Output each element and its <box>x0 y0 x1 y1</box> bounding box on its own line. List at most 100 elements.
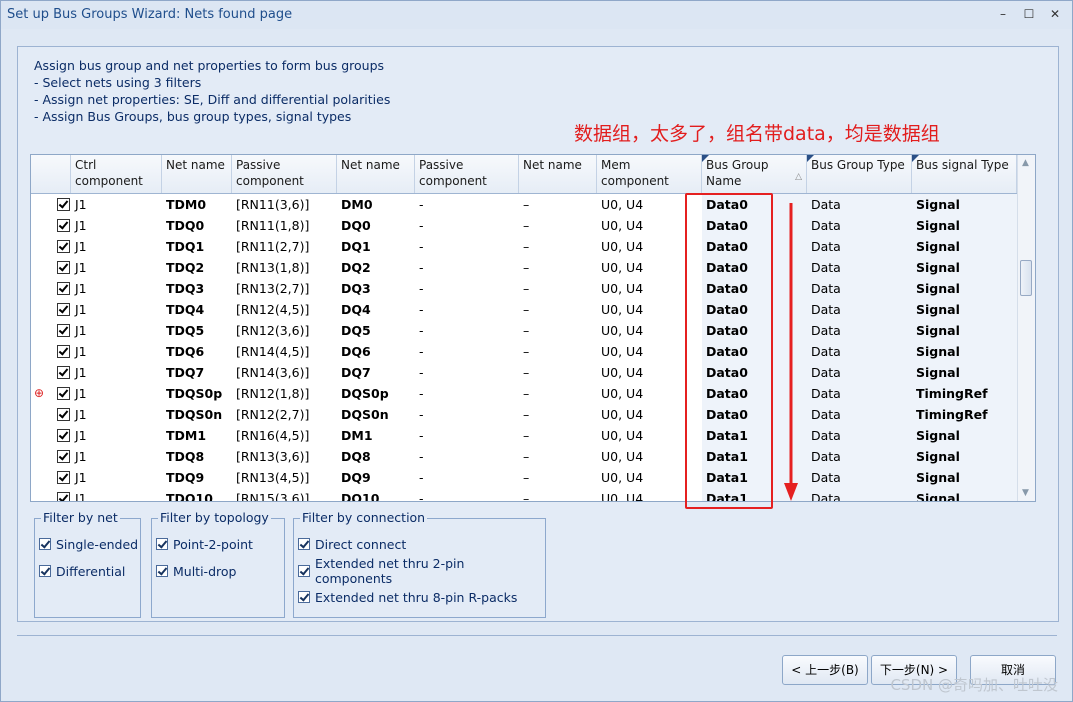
bus-signal-type-cell[interactable]: Signal <box>912 278 1016 299</box>
extended-8pin-checkbox[interactable]: Extended net thru 8-pin R-packs <box>298 588 517 606</box>
checkbox-checked-icon[interactable] <box>57 240 70 253</box>
checkbox-checked-icon[interactable] <box>57 408 70 421</box>
bus-group-type-cell[interactable]: Data <box>807 278 911 299</box>
row-checkbox[interactable] <box>49 404 71 425</box>
bus-signal-type-cell[interactable]: Signal <box>912 341 1016 362</box>
checkbox-checked-icon[interactable] <box>298 591 310 603</box>
table-row[interactable]: J1 TDQ1 [RN11(2,7)] DQ1- – U0, U4 Data0 Data Sig… <box>31 236 1017 257</box>
checkbox-checked-icon[interactable] <box>57 324 70 337</box>
checkbox-checked-icon[interactable] <box>298 565 310 577</box>
table-row[interactable]: J1 TDQ8 [RN13(3,6)] DQ8- – U0, U4 Data1 Data Sig… <box>31 446 1017 467</box>
checkbox-checked-icon[interactable] <box>57 198 70 211</box>
row-checkbox[interactable] <box>49 383 71 404</box>
table-row[interactable]: J1 TDQS0n [RN12(2,7)] DQS0n - – U0, U4 Data0 Dat… <box>31 404 1017 425</box>
checkbox-checked-icon[interactable] <box>57 471 70 484</box>
bus-signal-type-cell[interactable]: Signal <box>912 488 1016 501</box>
row-checkbox[interactable] <box>49 236 71 257</box>
bus-signal-type-cell[interactable]: Signal <box>912 362 1016 383</box>
row-checkbox[interactable] <box>49 341 71 362</box>
multi-drop-checkbox[interactable]: Multi-drop <box>156 562 236 580</box>
bus-group-type-cell[interactable]: Data <box>807 194 911 215</box>
checkbox-checked-icon[interactable] <box>57 261 70 274</box>
checkbox-checked-icon[interactable] <box>57 450 70 463</box>
header-passive-component-2[interactable]: Passive component <box>415 155 519 193</box>
close-button[interactable]: ✕ <box>1048 7 1062 21</box>
table-row[interactable]: J1 TDQ9 [RN13(4,5)] DQ9- – U0, U4 Data1 Data Sig… <box>31 467 1017 488</box>
checkbox-checked-icon[interactable] <box>57 219 70 232</box>
extended-2pin-checkbox[interactable]: Extended net thru 2-pin components <box>298 556 545 586</box>
row-checkbox[interactable] <box>49 362 71 383</box>
bus-signal-type-cell[interactable]: Signal <box>912 194 1016 215</box>
scroll-up-icon[interactable]: ▲ <box>1022 158 1029 168</box>
bus-signal-type-cell[interactable]: Signal <box>912 299 1016 320</box>
table-row[interactable]: J1 TDM1 [RN16(4,5)] DM1- – U0, U4 Data1 Data Sig… <box>31 425 1017 446</box>
bus-group-type-cell[interactable]: Data <box>807 215 911 236</box>
checkbox-checked-icon[interactable] <box>39 538 51 550</box>
checkbox-checked-icon[interactable] <box>57 303 70 316</box>
header-net-name-3[interactable]: Net name <box>519 155 597 193</box>
table-row[interactable]: J1 TDQ7 [RN14(3,6)] DQ7- – U0, U4 Data0 Data Sig… <box>31 362 1017 383</box>
checkbox-checked-icon[interactable] <box>156 538 168 550</box>
scroll-down-icon[interactable]: ▼ <box>1022 488 1029 498</box>
header-bus-group-name[interactable]: Bus Group Name △ <box>702 155 807 193</box>
row-checkbox[interactable] <box>49 488 71 501</box>
bus-group-type-cell[interactable]: Data <box>807 320 911 341</box>
table-row[interactable]: J1 TDQ6 [RN14(4,5)] DQ6- – U0, U4 Data0 Data Sig… <box>31 341 1017 362</box>
row-checkbox[interactable] <box>49 320 71 341</box>
bus-group-type-cell[interactable]: Data <box>807 383 911 404</box>
bus-group-type-cell[interactable]: Data <box>807 236 911 257</box>
bus-group-type-cell[interactable]: Data <box>807 425 911 446</box>
header-bus-signal-type[interactable]: Bus signal Type <box>912 155 1017 193</box>
bus-signal-type-cell[interactable]: Signal <box>912 215 1016 236</box>
checkbox-checked-icon[interactable] <box>57 429 70 442</box>
scroll-thumb[interactable] <box>1020 260 1032 296</box>
bus-signal-type-cell[interactable]: Signal <box>912 257 1016 278</box>
checkbox-checked-icon[interactable] <box>156 565 168 577</box>
bus-group-type-cell[interactable]: Data <box>807 467 911 488</box>
bus-signal-type-cell[interactable]: Signal <box>912 425 1016 446</box>
header-net-name-1[interactable]: Net name <box>162 155 232 193</box>
table-row[interactable]: J1 TDQ0 [RN11(1,8)] DQ0- – U0, U4 Data0 Data Sig… <box>31 215 1017 236</box>
bus-group-type-cell[interactable]: Data <box>807 446 911 467</box>
bus-signal-type-cell[interactable]: Signal <box>912 320 1016 341</box>
row-checkbox[interactable] <box>49 278 71 299</box>
bus-group-type-cell[interactable]: Data <box>807 341 911 362</box>
row-checkbox[interactable] <box>49 467 71 488</box>
table-row[interactable]: J1 TDQ4 [RN12(4,5)] DQ4- – U0, U4 Data0 Data Sig… <box>31 299 1017 320</box>
single-ended-checkbox[interactable]: Single-ended <box>39 535 138 553</box>
header-ctrl-component[interactable]: Ctrl component <box>71 155 162 193</box>
differential-checkbox[interactable]: Differential <box>39 562 125 580</box>
bus-signal-type-cell[interactable]: Signal <box>912 236 1016 257</box>
checkbox-checked-icon[interactable] <box>57 345 70 358</box>
row-checkbox[interactable] <box>49 194 71 215</box>
checkbox-checked-icon[interactable] <box>57 387 70 400</box>
header-passive-component-1[interactable]: Passive component <box>232 155 337 193</box>
row-checkbox[interactable] <box>49 215 71 236</box>
minimize-button[interactable]: – <box>996 7 1010 21</box>
checkbox-checked-icon[interactable] <box>57 366 70 379</box>
header-net-name-2[interactable]: Net name <box>337 155 415 193</box>
row-checkbox[interactable] <box>49 425 71 446</box>
row-checkbox[interactable] <box>49 446 71 467</box>
direct-connect-checkbox[interactable]: Direct connect <box>298 535 406 553</box>
bus-group-type-cell[interactable]: Data <box>807 257 911 278</box>
bus-group-type-cell[interactable]: Data <box>807 299 911 320</box>
bus-group-type-cell[interactable]: Data <box>807 488 911 501</box>
bus-signal-type-cell[interactable]: Signal <box>912 446 1016 467</box>
bus-signal-type-cell[interactable]: Signal <box>912 467 1016 488</box>
table-row[interactable]: J1 TDQ3 [RN13(2,7)] DQ3- – U0, U4 Data0 Data Sig… <box>31 278 1017 299</box>
header-bus-group-type[interactable]: Bus Group Type <box>807 155 912 193</box>
bus-group-type-cell[interactable]: Data <box>807 404 911 425</box>
point-2-point-checkbox[interactable]: Point-2-point <box>156 535 253 553</box>
table-row[interactable]: J1 TDM0 [RN11(3,6)] DM0- – U0, U4 Data0 Data Sig… <box>31 194 1017 215</box>
row-checkbox[interactable] <box>49 299 71 320</box>
maximize-button[interactable]: ☐ <box>1022 7 1036 21</box>
table-row[interactable]: J1 TDQ5 [RN12(3,6)] DQ5- – U0, U4 Data0 Data Sig… <box>31 320 1017 341</box>
checkbox-checked-icon[interactable] <box>39 565 51 577</box>
bus-signal-type-cell[interactable]: TimingRef <box>912 383 1016 404</box>
table-row[interactable]: J1 TDQ10 [RN15(3,6)] DQ10- – U0, U4 Data1 Data S… <box>31 488 1017 501</box>
checkbox-checked-icon[interactable] <box>57 492 70 501</box>
back-button[interactable]: < 上一步(B) <box>782 655 868 685</box>
vertical-scrollbar[interactable]: ▲ ▼ <box>1017 155 1035 501</box>
row-checkbox[interactable] <box>49 257 71 278</box>
